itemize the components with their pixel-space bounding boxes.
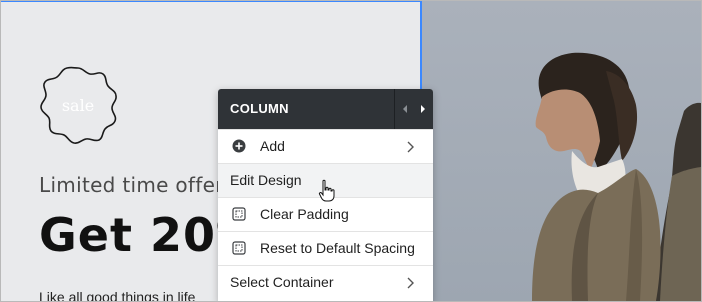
previous-element-button[interactable]: [397, 99, 413, 119]
caret-left-icon: [403, 105, 407, 113]
chevron-right-icon: [407, 277, 414, 289]
plus-circle-icon: [232, 139, 246, 153]
chevron-right-icon: [407, 141, 414, 153]
hand-pointer-icon: [318, 179, 335, 202]
people-photo-image: [532, 52, 701, 301]
promo-subtitle: Limited time offer: [39, 173, 224, 197]
menu-item-reset-spacing[interactable]: Reset to Default Spacing: [218, 231, 433, 265]
selection-outline-top: [1, 1, 421, 2]
menu-item-label: Reset to Default Spacing: [260, 240, 415, 256]
menu-item-select-container[interactable]: Select Container: [218, 265, 433, 299]
promo-photo[interactable]: [422, 1, 701, 301]
padding-icon: [232, 207, 246, 221]
menu-item-add[interactable]: Add: [218, 129, 433, 163]
menu-header: COLUMN: [218, 89, 433, 129]
menu-item-label: Select Container: [230, 274, 334, 290]
menu-item-label: Clear Padding: [260, 206, 349, 222]
caret-right-icon: [421, 105, 425, 113]
promo-body-text: Like all good things in life: [39, 289, 196, 302]
menu-item-label: Edit Design: [230, 172, 302, 188]
editor-canvas: sale Limited time offer Get 20% Like all…: [0, 0, 702, 302]
header-divider: [394, 89, 395, 129]
sale-badge[interactable]: sale: [37, 64, 119, 146]
menu-title: COLUMN: [230, 101, 289, 116]
next-element-button[interactable]: [415, 99, 431, 119]
menu-item-label: Add: [260, 138, 285, 154]
spacing-icon: [232, 241, 246, 255]
sale-badge-text: sale: [61, 95, 95, 115]
